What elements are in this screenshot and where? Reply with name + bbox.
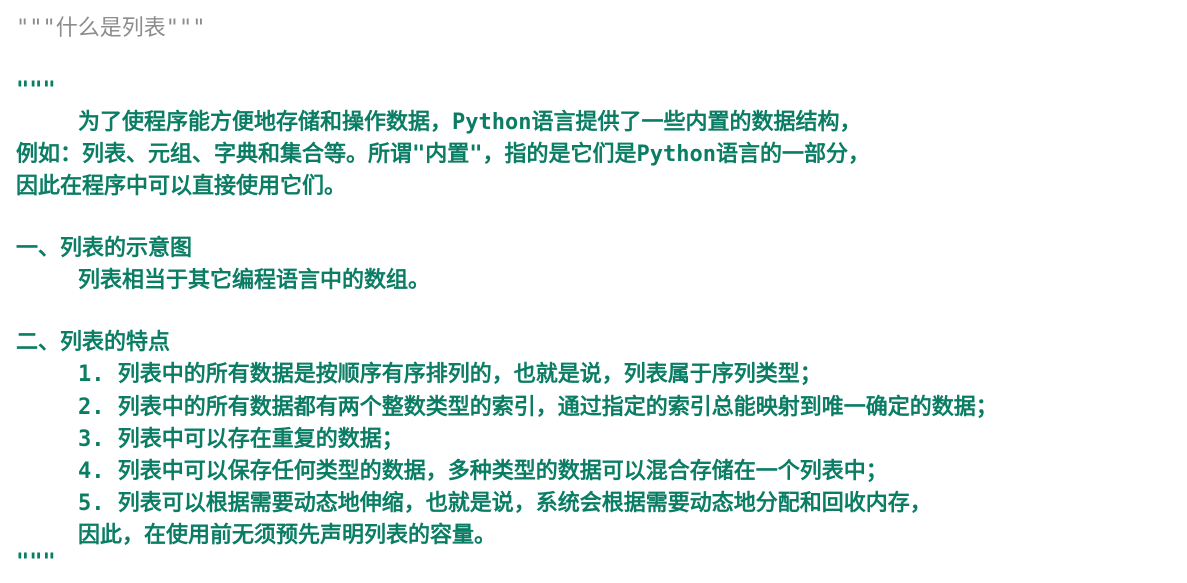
section2-item-5: 5. 列表可以根据需要动态地伸缩，也就是说，系统会根据需要动态地分配和回收内存， xyxy=(78,491,932,516)
section2-item-2: 2. 列表中的所有数据都有两个整数类型的索引，通过指定的索引总能映射到唯一确定的… xyxy=(78,395,998,420)
docstring-close-quotes: """ xyxy=(16,550,56,575)
section2-item-1: 1. 列表中的所有数据是按顺序有序排列的，也就是说，列表属于序列类型； xyxy=(78,362,822,387)
intro-line-2: 例如：列表、元组、字典和集合等。所谓"内置"，指的是它们是Python语言的一部… xyxy=(16,142,870,167)
section2-item-4: 4. 列表中可以保存任何类型的数据，多种类型的数据可以混合存储在一个列表中； xyxy=(78,459,888,484)
comment-title-line: """什么是列表""" xyxy=(16,16,206,41)
section2-heading: 二、列表的特点 xyxy=(16,330,171,355)
section1-body: 列表相当于其它编程语言中的数组。 xyxy=(78,268,431,293)
docstring-open-quotes: """ xyxy=(16,78,56,103)
section1-heading: 一、列表的示意图 xyxy=(16,236,193,261)
intro-line-3: 因此在程序中可以直接使用它们。 xyxy=(16,174,347,199)
intro-line-1: 为了使程序能方便地存储和操作数据，Python语言提供了一些内置的数据结构， xyxy=(78,110,862,135)
section2-item-3: 3. 列表中可以存在重复的数据； xyxy=(78,427,404,452)
code-editor[interactable]: """什么是列表""" """ 为了使程序能方便地存储和操作数据，Python语… xyxy=(0,0,1187,583)
section2-continuation: 因此，在使用前无须预先声明列表的容量。 xyxy=(78,523,497,548)
